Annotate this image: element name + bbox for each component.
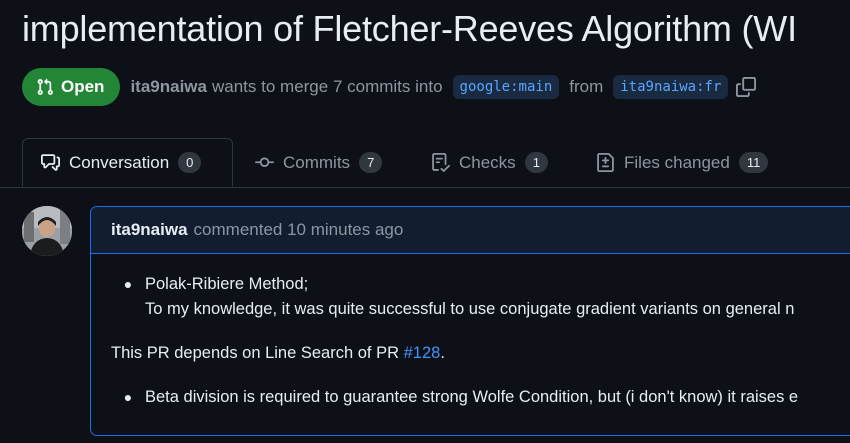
- bullet-line: Beta division is required to guarantee s…: [145, 388, 799, 406]
- tab-conversation[interactable]: Conversation 0: [22, 138, 233, 187]
- file-diff-icon: [597, 153, 614, 172]
- git-commit-icon: [255, 157, 274, 167]
- head-branch[interactable]: ita9naiwa:fr: [613, 75, 729, 99]
- pr-author-link[interactable]: ita9naiwa: [130, 77, 207, 97]
- merge-text: wants to merge 7 commits into: [212, 77, 443, 96]
- list-item: ● Beta division is required to guarantee…: [111, 385, 850, 410]
- bullet-line: Polak-Ribiere Method;: [145, 275, 309, 293]
- pr-title: implementation of Fletcher-Reeves Algori…: [22, 8, 797, 49]
- comment-paragraph: This PR depends on Line Search of PR #12…: [111, 344, 850, 363]
- tab-count: 0: [178, 152, 202, 173]
- tab-label: Checks: [459, 152, 516, 172]
- avatar[interactable]: [22, 206, 72, 256]
- bullet-dot: ●: [123, 276, 133, 292]
- comment-author-link[interactable]: ita9naiwa: [111, 220, 188, 240]
- tab-checks[interactable]: Checks 1: [431, 138, 548, 187]
- bullet-dot: ●: [123, 389, 133, 405]
- comment-header: ita9naiwa commented 10 minutes ago: [91, 207, 850, 254]
- avatar-image: [22, 206, 72, 256]
- tab-count: 1: [524, 152, 548, 173]
- list-item: ● Polak-Ribiere Method; To my knowledge,…: [111, 272, 850, 322]
- tab-count: 11: [738, 152, 769, 173]
- tab-label: Conversation: [69, 152, 170, 172]
- git-pull-request-icon: [37, 78, 53, 95]
- pr-tabs: Conversation 0 Commits 7 Checks 1 Files …: [0, 138, 850, 188]
- tab-label: Files changed: [624, 152, 730, 172]
- status-label: Open: [61, 77, 105, 96]
- paragraph-end: .: [440, 344, 445, 362]
- tab-files-changed[interactable]: Files changed 11: [596, 138, 769, 187]
- from-text: from: [569, 77, 604, 96]
- pr-meta: Open ita9naiwa wants to merge 7 commits …: [22, 67, 757, 107]
- comment-discussion-icon: [41, 154, 60, 171]
- tab-commits[interactable]: Commits 7: [255, 138, 383, 187]
- tab-label: Commits: [283, 152, 351, 172]
- bullet-line: To my knowledge, it was quite successful…: [145, 300, 795, 318]
- comment-timestamp[interactable]: commented 10 minutes ago: [194, 220, 404, 240]
- comment-card: ita9naiwa commented 10 minutes ago ● Pol…: [90, 206, 850, 436]
- comment-body: ● Polak-Ribiere Method; To my knowledge,…: [91, 254, 850, 410]
- base-branch[interactable]: google:main: [452, 75, 560, 99]
- tab-count: 7: [359, 152, 383, 173]
- checklist-icon: [432, 153, 450, 172]
- status-badge: Open: [22, 68, 121, 106]
- copy-icon[interactable]: [736, 77, 757, 97]
- pr-reference-link[interactable]: #128: [404, 344, 441, 362]
- paragraph-text: This PR depends on Line Search of PR: [111, 344, 404, 362]
